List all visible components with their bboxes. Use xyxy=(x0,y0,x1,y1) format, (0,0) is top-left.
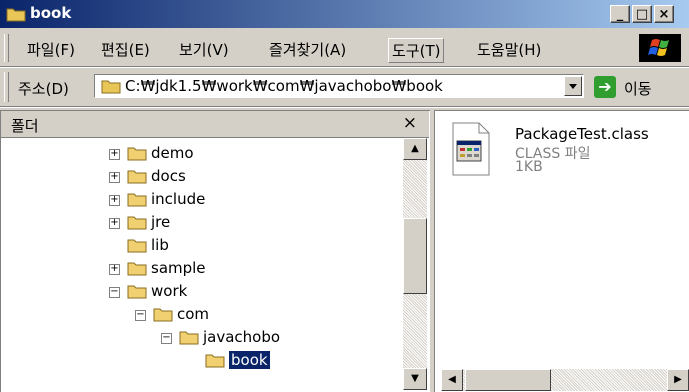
folder-icon xyxy=(127,239,147,253)
menu-view[interactable]: 보기(V) xyxy=(176,38,232,61)
separator xyxy=(0,106,689,108)
scroll-thumb[interactable] xyxy=(465,369,551,391)
maximize-button[interactable]: □ xyxy=(632,5,652,23)
tree-node-label: javachobo xyxy=(203,328,281,346)
explorer-window: book _ □ × 파일(F) 편집(E) 보기(V) 즐겨찾기(A) 도구(… xyxy=(0,0,689,392)
class-file-icon xyxy=(452,122,490,176)
tree-node-label: jre xyxy=(151,213,171,231)
folder-icon xyxy=(127,147,147,161)
go-button-label[interactable]: 이동 xyxy=(624,78,652,99)
expand-icon[interactable]: + xyxy=(109,264,120,275)
folder-icon xyxy=(101,80,121,94)
folder-icon xyxy=(127,193,147,207)
address-label: 주소(D) xyxy=(18,80,69,98)
menu-tools[interactable]: 도구(T) xyxy=(388,38,445,63)
content-area: 폴더 × + demo + docs + include + jre lib + xyxy=(0,110,689,392)
scroll-left-arrow-icon[interactable]: ◀ xyxy=(441,369,463,391)
folder-pane-title: 폴더 xyxy=(11,117,39,135)
file-list-pane: PackageTest.class CLASS 파일 1KB ◀ ▶ xyxy=(434,110,689,392)
menu-help[interactable]: 도움말(H) xyxy=(474,38,544,61)
menu-bar: 파일(F) 편집(E) 보기(V) 즐겨찾기(A) 도구(T) 도움말(H) xyxy=(0,30,689,66)
folder-icon xyxy=(205,354,225,368)
file-name: PackageTest.class xyxy=(515,125,649,143)
minimize-button[interactable]: _ xyxy=(610,5,630,23)
close-icon[interactable]: × xyxy=(403,113,417,133)
expand-icon[interactable]: + xyxy=(109,195,120,206)
go-arrow-icon[interactable]: ➔ xyxy=(594,76,616,98)
windows-logo-icon xyxy=(639,34,681,62)
collapse-icon[interactable]: − xyxy=(161,333,172,344)
expand-icon[interactable]: + xyxy=(109,218,120,229)
scroll-up-arrow-icon[interactable]: ▲ xyxy=(403,138,427,160)
scroll-right-arrow-icon[interactable]: ▶ xyxy=(667,369,689,391)
scroll-down-arrow-icon[interactable]: ▼ xyxy=(403,368,427,390)
folder-icon xyxy=(153,308,173,322)
folder-icon xyxy=(179,331,199,345)
folder-icon xyxy=(127,170,147,184)
tree-node-label: docs xyxy=(151,167,186,185)
tree-node-label: book xyxy=(229,351,270,369)
collapse-icon[interactable]: − xyxy=(135,310,146,321)
tree-node-label: include xyxy=(151,190,206,208)
address-input[interactable]: C:₩jdk1.5₩work₩com₩javachobo₩book xyxy=(94,74,584,98)
collapse-icon[interactable]: − xyxy=(109,287,120,298)
tree-node-label: work xyxy=(151,282,188,300)
folder-icon xyxy=(6,8,26,22)
scroll-thumb[interactable] xyxy=(403,218,427,294)
tree-node-label: demo xyxy=(151,144,194,162)
folder-icon xyxy=(127,216,147,230)
expand-icon[interactable]: + xyxy=(109,172,120,183)
address-value: C:₩jdk1.5₩work₩com₩javachobo₩book xyxy=(125,77,443,95)
address-dropdown-button[interactable] xyxy=(564,76,582,96)
expand-icon[interactable]: + xyxy=(109,149,120,160)
window-title: book xyxy=(30,4,72,22)
close-button[interactable]: × xyxy=(654,5,674,23)
folder-pane: 폴더 × + demo + docs + include + jre lib + xyxy=(0,110,430,392)
menu-favorites[interactable]: 즐겨찾기(A) xyxy=(266,38,349,61)
file-size: 1KB xyxy=(515,159,543,175)
menu-grip[interactable] xyxy=(4,34,9,62)
menu-edit[interactable]: 편집(E) xyxy=(98,38,153,61)
tree-node-label: sample xyxy=(151,259,206,277)
folder-icon xyxy=(127,262,147,276)
file-horizontal-scrollbar[interactable]: ◀ ▶ xyxy=(441,369,689,391)
title-bar[interactable]: book _ □ × xyxy=(0,0,689,28)
address-bar: 주소(D) C:₩jdk1.5₩work₩com₩javachobo₩book … xyxy=(0,68,689,106)
folder-icon xyxy=(127,285,147,299)
folder-vertical-scrollbar[interactable]: ▲ ▼ xyxy=(403,138,427,390)
chevron-down-icon xyxy=(569,84,577,89)
folder-pane-header: 폴더 × xyxy=(1,111,429,138)
tree-node-label: lib xyxy=(151,236,169,254)
menu-file[interactable]: 파일(F) xyxy=(24,38,78,61)
tree-node-label: com xyxy=(177,305,210,323)
folder-tree: + demo + docs + include + jre lib + samp… xyxy=(1,138,401,391)
address-grip[interactable] xyxy=(4,72,9,102)
